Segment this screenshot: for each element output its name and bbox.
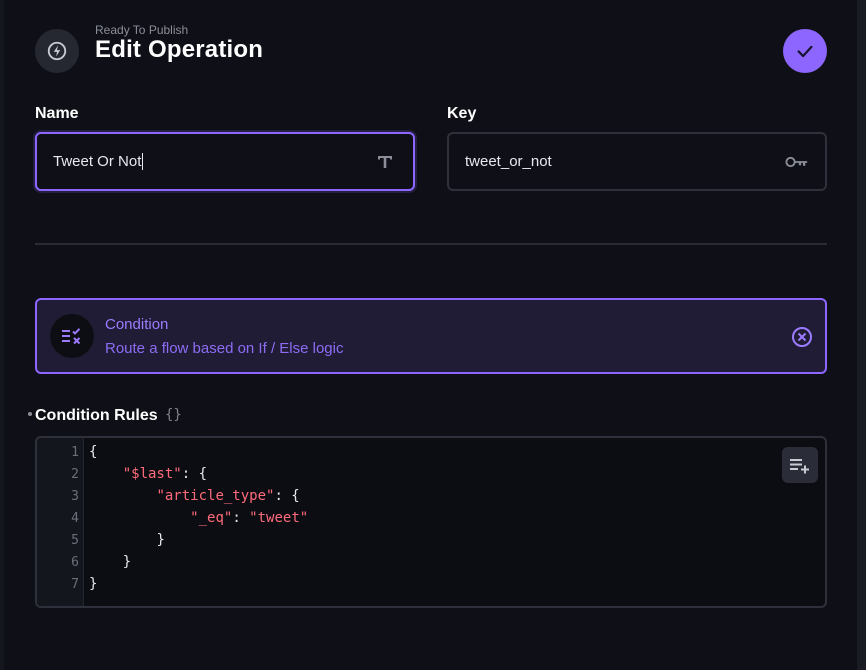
header-subtitle: Ready To Publish: [95, 23, 189, 37]
bolt-circle-icon: [35, 29, 79, 73]
key-label: Key: [447, 105, 477, 122]
close-circle-icon[interactable]: [790, 325, 814, 349]
section-divider: [35, 243, 827, 245]
line-number: 1: [71, 445, 79, 460]
scrollbar-track[interactable]: [857, 0, 866, 670]
check-icon: [797, 45, 813, 58]
playlist-add-icon: [790, 459, 809, 474]
line-number: 6: [71, 555, 79, 570]
line-number: 7: [71, 577, 79, 592]
code-editor[interactable]: 1 2 3 4 5 6 7 { "$last": { "article_type…: [35, 436, 827, 608]
line-number: 5: [71, 533, 79, 548]
rule-check-icon: [50, 314, 94, 358]
code-line: "$last": {: [122, 466, 208, 482]
line-number: 3: [71, 489, 79, 504]
condition-title: Condition: [105, 316, 169, 333]
code-line: "article_type": {: [156, 488, 300, 504]
key-value: tweet_or_not: [465, 153, 552, 170]
rules-label: Condition Rules: [35, 407, 158, 424]
code-line: }: [89, 576, 98, 592]
name-label: Name: [35, 105, 79, 122]
text-type-icon: [373, 150, 397, 174]
format-json-button[interactable]: [782, 447, 818, 483]
name-input[interactable]: Tweet Or Not: [35, 132, 415, 191]
condition-card[interactable]: Condition Route a flow based on If / Els…: [35, 298, 827, 374]
key-icon: [785, 150, 809, 174]
line-gutter: 1 2 3 4 5 6 7: [37, 438, 84, 606]
condition-description: Route a flow based on If / Else logic: [105, 340, 344, 357]
json-braces-icon: {}: [165, 407, 182, 423]
required-marker: [28, 412, 32, 416]
code-line: {: [89, 444, 98, 460]
line-number: 2: [71, 467, 79, 482]
page-title: Edit Operation: [95, 36, 264, 63]
code-line: }: [156, 532, 165, 548]
code-line: "_eq": "tweet": [190, 510, 309, 526]
key-input[interactable]: tweet_or_not: [447, 132, 827, 191]
save-button[interactable]: [783, 29, 827, 73]
text-caret: [142, 153, 144, 171]
name-value: Tweet Or Not: [53, 152, 144, 171]
code-line: }: [122, 554, 132, 570]
line-number: 4: [71, 511, 79, 526]
